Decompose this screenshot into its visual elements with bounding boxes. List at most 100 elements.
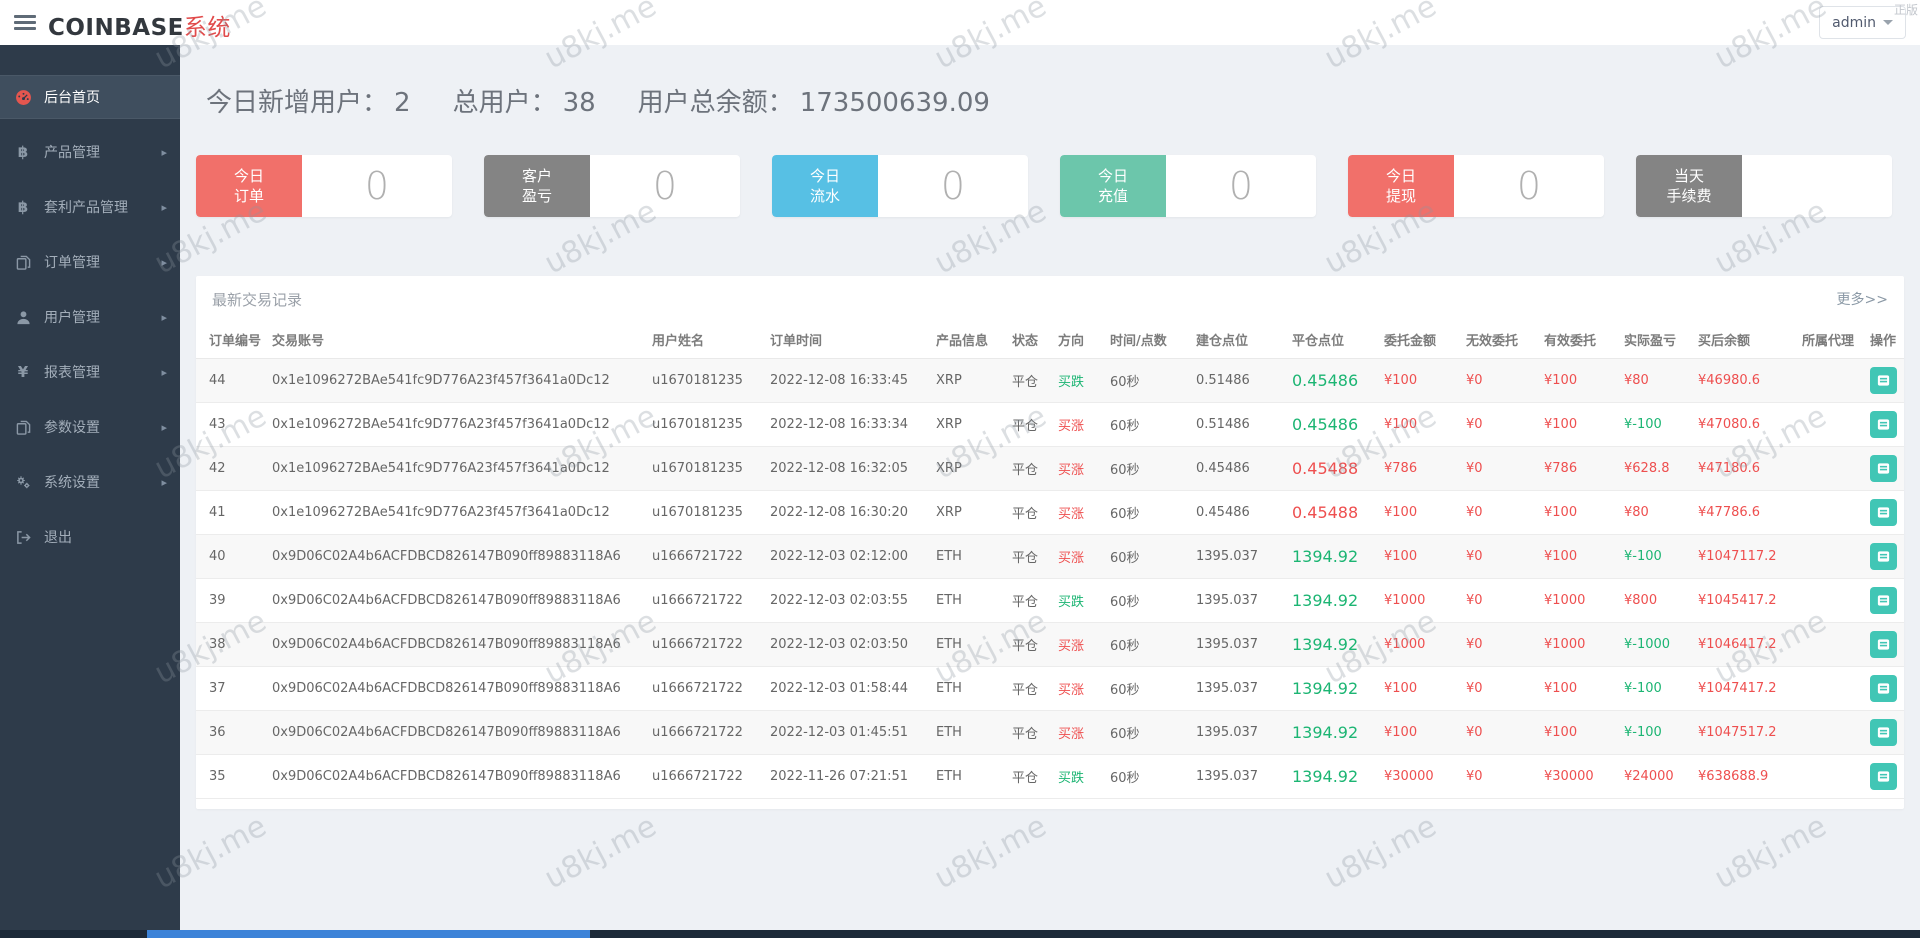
- sidebar-item-label: 退出: [44, 530, 72, 546]
- stat-card-label: 客户 盈亏: [484, 155, 590, 217]
- table-cell: ¥47786.6: [1692, 490, 1796, 535]
- sidebar: 后台首页฿产品管理 ▸ ฿套利产品管理 ▸ 订单管理 ▸ 用户管理 ▸ ¥ 报表管理 ▸ 参数设置 ▸ 系…: [0, 45, 180, 930]
- table-cell: XRP: [930, 446, 1006, 491]
- table-cell: 2022-12-03 02:03:50: [764, 622, 930, 667]
- table-cell: 0x1e1096272BAe541fc9D776A23f457f3641a0Dc…: [266, 490, 646, 535]
- sidebar-item-yen-5[interactable]: ¥ 报表管理 ▸: [0, 350, 180, 394]
- table-cell-action: [1864, 358, 1904, 403]
- table-cell: ¥1000: [1378, 622, 1460, 667]
- bottom-scrollbar[interactable]: [0, 930, 1920, 938]
- dashboard-icon: [13, 89, 33, 106]
- table-cell: ¥80: [1618, 358, 1692, 403]
- table-cell: 买涨: [1052, 710, 1104, 755]
- order-detail-button[interactable]: [1870, 542, 1897, 570]
- table-cell: u1666721722: [646, 578, 764, 623]
- table-cell: ¥-100: [1618, 710, 1692, 755]
- sidebar-item-bitcoin-1[interactable]: ฿ 产品管理 ▸: [0, 130, 180, 174]
- order-detail-button[interactable]: [1870, 410, 1897, 438]
- sidebar-item-bitcoin-2[interactable]: ฿ 套利产品管理 ▸: [0, 185, 180, 229]
- table-row: 35 0x9D06C02A4b6ACFDBCD826147B090ff898831…: [196, 754, 1904, 799]
- order-detail-button[interactable]: [1870, 586, 1897, 614]
- table-cell: 2022-12-03 02:12:00: [764, 534, 930, 579]
- yen-icon: ¥: [17, 363, 29, 381]
- table-cell: ¥100: [1538, 666, 1618, 711]
- stat-card-2: 今日 流水 0: [772, 155, 1028, 217]
- table-cell: 平仓: [1006, 358, 1052, 403]
- table-row: 39 0x9D06C02A4b6ACFDBCD826147B090ff898831…: [196, 578, 1904, 623]
- table-cell: ¥30000: [1378, 754, 1460, 799]
- table-cell: 36: [196, 710, 266, 755]
- files-icon: [13, 255, 33, 270]
- sidebar-item-files-3[interactable]: 订单管理 ▸: [0, 240, 180, 284]
- column-header: 有效委托: [1538, 322, 1618, 359]
- table-cell: 60秒: [1104, 446, 1190, 491]
- table-cell: ¥1047417.2: [1692, 666, 1796, 711]
- table-cell: 买跌: [1052, 754, 1104, 799]
- table-cell: 1395.037: [1190, 754, 1286, 799]
- order-detail-button[interactable]: [1870, 718, 1897, 746]
- table-cell: 44: [196, 358, 266, 403]
- chevron-right-icon: ▸: [161, 200, 167, 214]
- sidebar-item-logout-8[interactable]: 退出: [0, 515, 180, 559]
- table-cell: ¥100: [1378, 358, 1460, 403]
- sidebar-item-dashboard-0[interactable]: 后台首页: [0, 75, 180, 119]
- admin-dropdown[interactable]: admin: [1819, 6, 1906, 39]
- order-detail-button[interactable]: [1870, 674, 1897, 702]
- table-cell: ¥786: [1378, 446, 1460, 491]
- order-detail-button[interactable]: [1870, 366, 1897, 394]
- table-cell: 买涨: [1052, 622, 1104, 667]
- table-cell: 0.51486: [1190, 358, 1286, 403]
- table-cell: ¥1046417.2: [1692, 622, 1796, 667]
- stat-card-label: 今日 流水: [772, 155, 878, 217]
- table-cell: 平仓: [1006, 402, 1052, 447]
- table-cell: 平仓: [1006, 754, 1052, 799]
- stat-card-label: 今日 充值: [1060, 155, 1166, 217]
- watermark-text: u8kj.me: [1318, 808, 1443, 897]
- sidebar-item-user-4[interactable]: 用户管理 ▸: [0, 295, 180, 339]
- table-cell: ¥47080.6: [1692, 402, 1796, 447]
- table-cell: 平仓: [1006, 490, 1052, 535]
- table-cell: ETH: [930, 622, 1006, 667]
- sidebar-item-files-6[interactable]: 参数设置 ▸: [0, 405, 180, 449]
- table-cell: 0x9D06C02A4b6ACFDBCD826147B090ff89883118…: [266, 622, 646, 667]
- order-detail-button[interactable]: [1870, 454, 1897, 482]
- files-icon: [13, 420, 33, 435]
- chevron-right-icon: ▸: [161, 420, 167, 434]
- overview-stat-1: 总用户： 38: [453, 88, 596, 118]
- stat-card-value: 0: [590, 155, 740, 217]
- table-cell: u1666721722: [646, 666, 764, 711]
- hamburger-menu-icon[interactable]: [14, 15, 36, 30]
- sidebar-item-label: 系统设置: [44, 475, 100, 491]
- sidebar-item-label: 报表管理: [44, 365, 100, 381]
- stat-value: 38: [562, 88, 596, 118]
- order-detail-button[interactable]: [1870, 498, 1897, 526]
- table-cell: 平仓: [1006, 710, 1052, 755]
- table-cell: 平仓: [1006, 622, 1052, 667]
- table-cell: 1395.037: [1190, 622, 1286, 667]
- column-header: 实际盈亏: [1618, 322, 1692, 359]
- order-detail-button[interactable]: [1870, 630, 1897, 658]
- column-header: 无效委托: [1460, 322, 1538, 359]
- list-icon: [1877, 594, 1890, 606]
- table-cell: XRP: [930, 490, 1006, 535]
- scrollbar-thumb[interactable]: [147, 930, 590, 938]
- table-cell: [1796, 358, 1864, 403]
- more-link[interactable]: 更多>>: [1837, 289, 1888, 309]
- column-header: 状态: [1006, 322, 1052, 359]
- table-cell: ¥0: [1460, 578, 1538, 623]
- stat-card-1: 客户 盈亏 0: [484, 155, 740, 217]
- table-cell: ¥100: [1538, 402, 1618, 447]
- sidebar-item-label: 订单管理: [44, 255, 100, 271]
- stat-card-value: 0: [878, 155, 1028, 217]
- sidebar-item-gears-7[interactable]: 系统设置 ▸: [0, 460, 180, 504]
- gears-icon: [13, 474, 33, 490]
- table-cell: 1394.92: [1286, 578, 1378, 623]
- chevron-right-icon: ▸: [161, 365, 167, 379]
- panel-title: 最新交易记录: [212, 290, 303, 309]
- table-cell: ¥100: [1538, 710, 1618, 755]
- table-cell: 39: [196, 578, 266, 623]
- app-logo: COINBASE系统: [48, 8, 231, 42]
- order-detail-button[interactable]: [1870, 762, 1897, 790]
- table-cell: ¥100: [1378, 534, 1460, 579]
- sidebar-item-label: 参数设置: [44, 420, 100, 436]
